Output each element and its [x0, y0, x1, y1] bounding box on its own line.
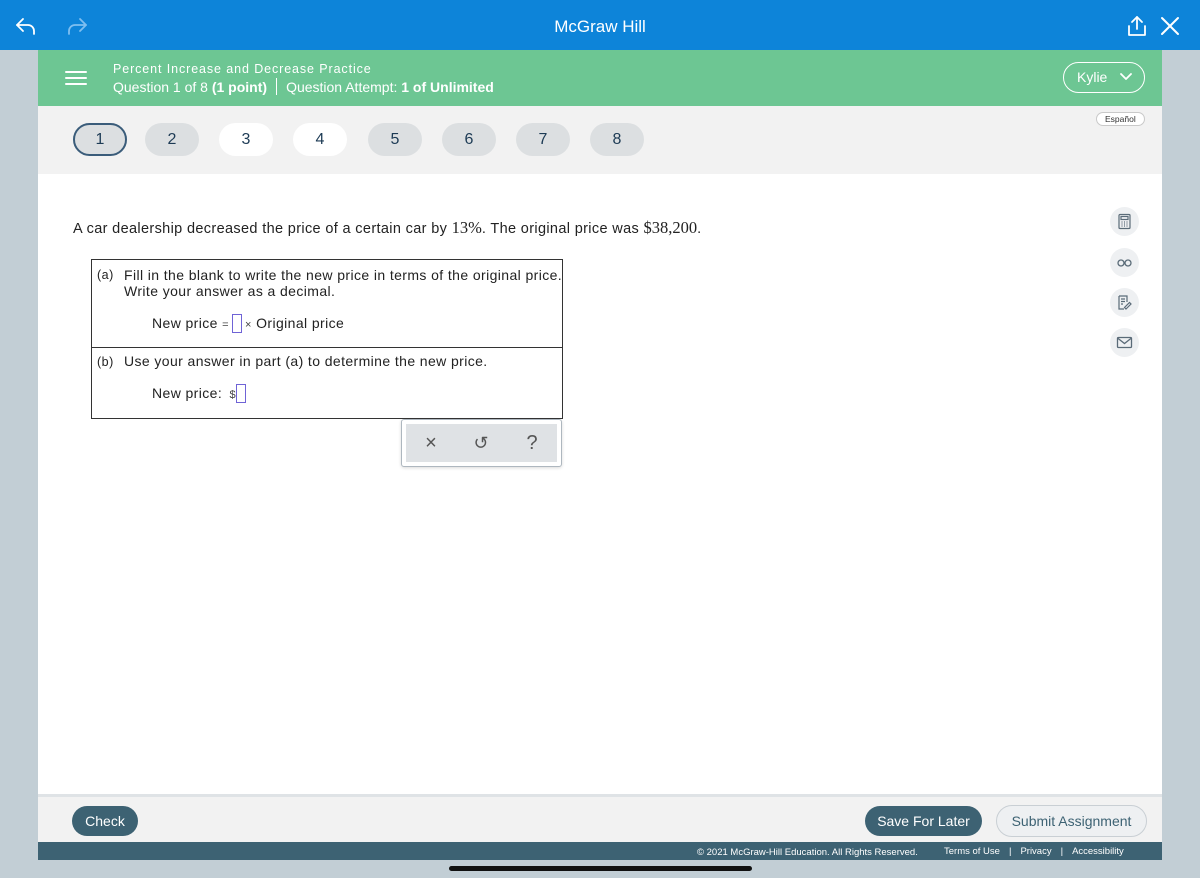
home-indicator[interactable]: [449, 866, 752, 871]
clear-answer-icon[interactable]: ×: [418, 430, 444, 456]
eq-new-price-label: New price: [152, 315, 218, 331]
part-a-equation: New price = × Original price: [152, 314, 344, 333]
part-b-label: (b): [97, 355, 114, 369]
copyright-bar: © 2021 McGraw-Hill Education. All Rights…: [38, 842, 1162, 860]
question-points: (1 point): [211, 79, 268, 95]
save-for-later-button[interactable]: Save For Later: [865, 806, 982, 836]
question-nav-5[interactable]: 5: [368, 123, 422, 156]
mail-icon[interactable]: [1110, 328, 1139, 357]
header-divider: [276, 78, 278, 95]
share-icon[interactable]: [1125, 14, 1149, 38]
prompt-text-3: .: [697, 221, 702, 237]
part-b-equation: New price: $: [152, 384, 249, 403]
part-a-answer-input[interactable]: [231, 314, 242, 333]
accessibility-link[interactable]: Accessibility: [1072, 846, 1124, 857]
question-counter: Question 1 of 8: [113, 79, 208, 95]
undo-icon[interactable]: ↺: [468, 430, 494, 456]
prompt-percent: 13%: [451, 218, 482, 237]
app-topbar: McGraw Hill: [0, 0, 1200, 50]
question-nav-7[interactable]: 7: [516, 123, 570, 156]
terms-of-use-link[interactable]: Terms of Use: [944, 846, 1000, 857]
app-title: McGraw Hill: [554, 17, 646, 36]
assignment-footer: Check Save For Later Submit Assignment: [38, 794, 1162, 842]
prompt-text-2: . The original price was: [481, 221, 644, 237]
eq-times-sign: ×: [244, 319, 252, 331]
question-prompt: A car dealership decreased the price of …: [73, 218, 702, 238]
answer-table: (a) Fill in the blank to write the new p…: [91, 259, 563, 419]
copyright-text: © 2021 McGraw-Hill Education. All Rights…: [697, 847, 918, 858]
part-b: (b) Use your answer in part (a) to deter…: [92, 348, 562, 418]
assignment-header: Percent Increase and Decrease Practice Q…: [38, 50, 1162, 106]
link-separator: |: [1008, 846, 1012, 857]
check-button[interactable]: Check: [72, 806, 138, 836]
eq-equals-sign: =: [222, 319, 229, 331]
notes-icon[interactable]: [1110, 288, 1139, 317]
question-nav-1[interactable]: 1: [73, 123, 127, 156]
prompt-price: $38,200: [643, 218, 698, 237]
question-nav-2[interactable]: 2: [145, 123, 199, 156]
question-nav-6[interactable]: 6: [442, 123, 496, 156]
part-b-instruction: Use your answer in part (a) to determine…: [124, 353, 488, 369]
footer-links: Terms of Use | Privacy | Accessibility: [944, 846, 1124, 857]
part-a: (a) Fill in the blank to write the new p…: [92, 260, 562, 348]
close-icon[interactable]: [1158, 14, 1182, 38]
question-info: Question 1 of 8 (1 point) Question Attemp…: [113, 78, 494, 95]
question-nav-4[interactable]: 4: [293, 123, 347, 156]
part-a-instruction-2: Write your answer as a decimal.: [124, 283, 336, 299]
assignment-title: Percent Increase and Decrease Practice: [113, 62, 372, 76]
help-icon[interactable]: ?: [519, 430, 545, 456]
user-menu-button[interactable]: Kylie: [1063, 62, 1145, 93]
privacy-link[interactable]: Privacy: [1020, 846, 1051, 857]
question-nav-3[interactable]: 3: [219, 123, 273, 156]
part-a-instruction-1: Fill in the blank to write the new price…: [124, 267, 563, 283]
eq-original-price-label: Original price: [256, 315, 345, 331]
prompt-text-1: A car dealership decreased the price of …: [73, 221, 452, 237]
submit-assignment-button[interactable]: Submit Assignment: [996, 805, 1147, 837]
question-navigator: 1 2 3 4 5 6 7 8 Español: [38, 106, 1162, 174]
hamburger-menu-icon[interactable]: [64, 67, 88, 89]
glasses-icon[interactable]: [1110, 248, 1139, 277]
attempt-value: 1 of Unlimited: [401, 79, 494, 95]
answer-tools-bar: × ↺ ?: [406, 424, 557, 462]
question-nav-8[interactable]: 8: [590, 123, 644, 156]
answer-tools-popup: × ↺ ?: [401, 419, 562, 467]
chevron-down-icon: [1120, 73, 1132, 80]
user-name: Kylie: [1077, 69, 1108, 85]
language-toggle-button[interactable]: Español: [1096, 112, 1145, 126]
part-a-label: (a): [97, 268, 114, 282]
assignment-app: Percent Increase and Decrease Practice Q…: [38, 50, 1162, 860]
calculator-icon[interactable]: [1110, 207, 1139, 236]
new-price-label: New price:: [152, 385, 223, 401]
attempt-label: Question Attempt:: [286, 79, 398, 95]
link-separator: |: [1060, 846, 1064, 857]
part-b-answer-input[interactable]: [235, 384, 246, 403]
